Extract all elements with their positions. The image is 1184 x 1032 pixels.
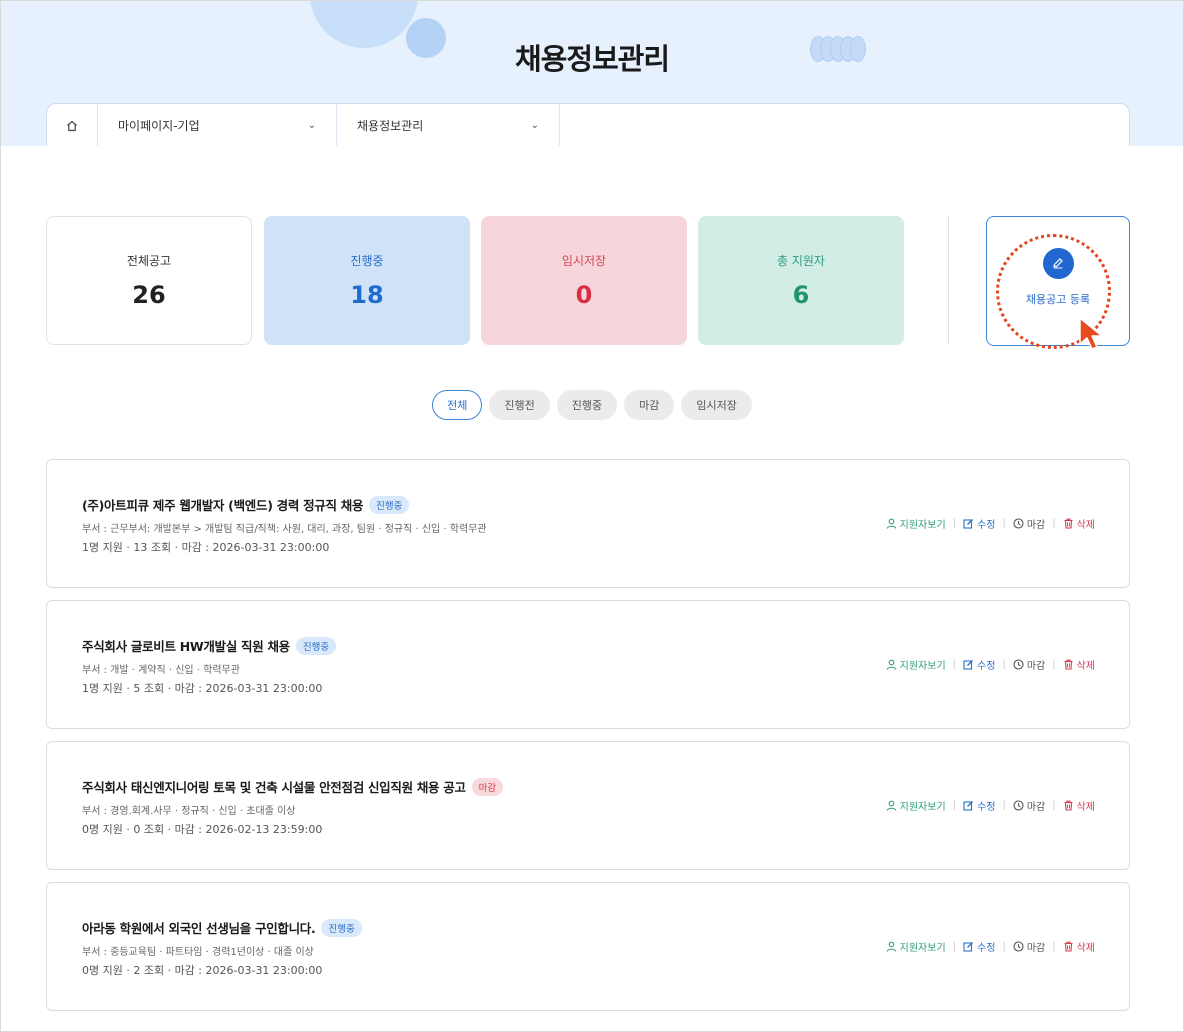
stat-label: 총 지원자 (777, 254, 825, 268)
view-applicants-button[interactable]: 지원자보기 (886, 657, 946, 672)
stat-label: 전체공고 (126, 254, 172, 268)
tab-before[interactable]: 진행전 (489, 390, 550, 420)
job-actions: 지원자보기 | 수정 | 마감 | 삭제 (886, 516, 1095, 531)
job-card[interactable]: 아라동 학원에서 외국인 선생님을 구인합니다. 진행중 부서 : 중등교육팀 … (46, 882, 1130, 1011)
clock-icon (1013, 800, 1024, 811)
edit-button[interactable]: 수정 (963, 657, 995, 672)
view-applicants-button[interactable]: 지원자보기 (886, 939, 946, 954)
stat-card-active[interactable]: 진행중 18 (264, 216, 470, 345)
job-title[interactable]: 아라동 학원에서 외국인 선생님을 구인합니다. (82, 918, 316, 937)
tab-ongoing[interactable]: 진행중 (556, 390, 618, 420)
tab-all[interactable]: 전체 (432, 390, 483, 420)
trash-icon (1064, 941, 1073, 952)
job-title[interactable]: (주)아트피큐 제주 웹개발자 (백엔드) 경력 정규직 채용 (82, 495, 363, 514)
close-posting-button[interactable]: 마감 (1013, 939, 1045, 954)
job-stats: 0명 지원 · 2 조회 · 마감 : 2026-03-31 23:00:00 (82, 964, 323, 977)
clock-icon (1013, 518, 1024, 529)
page-title: 채용정보관리 (514, 42, 670, 76)
view-applicants-button[interactable]: 지원자보기 (886, 516, 946, 531)
status-badge: 진행중 (321, 918, 362, 937)
job-card[interactable]: (주)아트피큐 제주 웹개발자 (백엔드) 경력 정규직 채용 진행중 부서 :… (46, 459, 1130, 588)
job-actions: 지원자보기 | 수정 | 마감 | 삭제 (886, 798, 1095, 813)
breadcrumb-level1-select[interactable]: 마이페이지-기업 ⌄ (98, 104, 337, 146)
edit-icon (963, 942, 973, 952)
trash-icon (1064, 659, 1073, 670)
stat-card-draft[interactable]: 임시저장 0 (481, 216, 687, 345)
job-stats: 1명 지원 · 13 조회 · 마감 : 2026-03-31 23:00:00 (82, 541, 330, 554)
edit-button[interactable]: 수정 (963, 798, 995, 813)
delete-button[interactable]: 삭제 (1063, 798, 1095, 813)
job-actions: 지원자보기 | 수정 | 마감 | 삭제 (886, 939, 1095, 954)
delete-button[interactable]: 삭제 (1063, 939, 1095, 954)
stat-value: 0 (575, 281, 593, 309)
breadcrumb-home[interactable] (47, 104, 98, 146)
stat-card-applicants[interactable]: 총 지원자 6 (698, 216, 904, 345)
job-meta: 부서 : 경영.회계.사무 · 정규직 · 신입 · 초대졸 이상 (82, 806, 296, 817)
edit-icon (963, 660, 973, 670)
close-posting-button[interactable]: 마감 (1013, 516, 1045, 531)
stat-card-total[interactable]: 전체공고 26 (46, 216, 252, 345)
job-meta: 부서 : 개발 · 계약직 · 신입 · 학력무관 (82, 665, 240, 676)
edit-icon (963, 519, 973, 529)
job-card[interactable]: 주식회사 태신엔지니어링 토목 및 건축 시설물 안전점검 신입직원 채용 공고… (46, 741, 1130, 870)
person-icon (886, 518, 897, 529)
tab-draft[interactable]: 임시저장 (681, 390, 752, 420)
home-icon (67, 120, 77, 131)
person-icon (886, 800, 897, 811)
filter-tabs: 전체 진행전 진행중 마감 임시저장 (0, 390, 1184, 420)
stat-value: 6 (792, 281, 810, 309)
breadcrumb: 마이페이지-기업 ⌄ 채용정보관리 ⌄ (46, 103, 1130, 146)
clock-icon (1013, 941, 1024, 952)
divider (948, 216, 949, 345)
job-meta: 부서 : 중등교육팀 · 파트타임 · 경력1년이상 · 대졸 이상 (82, 947, 314, 958)
register-job-label: 채용공고 등록 (1025, 292, 1091, 306)
stat-label: 임시저장 (561, 254, 607, 268)
job-title[interactable]: 주식회사 태신엔지니어링 토목 및 건축 시설물 안전점검 신입직원 채용 공고 (82, 777, 466, 796)
clock-icon (1013, 659, 1024, 670)
trash-icon (1064, 800, 1073, 811)
stat-value: 26 (132, 281, 166, 309)
job-stats: 1명 지원 · 5 조회 · 마감 : 2026-03-31 23:00:00 (82, 682, 323, 695)
pen-icon (1042, 247, 1074, 279)
trash-icon (1064, 518, 1073, 529)
tab-closed[interactable]: 마감 (624, 390, 675, 420)
job-stats: 0명 지원 · 0 조회 · 마감 : 2026-02-13 23:59:00 (82, 823, 323, 836)
view-applicants-button[interactable]: 지원자보기 (886, 798, 946, 813)
breadcrumb-level2-select[interactable]: 채용정보관리 ⌄ (337, 104, 560, 146)
job-meta: 부서 : 근무부서: 개발본부 > 개발팀 직급/직책: 사원, 대리, 과장,… (82, 524, 487, 535)
edit-icon (963, 801, 973, 811)
breadcrumb-level1-label: 마이페이지-기업 (118, 119, 200, 133)
register-job-button[interactable]: 채용공고 등록 (986, 216, 1130, 346)
close-posting-button[interactable]: 마감 (1013, 798, 1045, 813)
status-badge: 마감 (471, 777, 504, 796)
status-badge: 진행중 (369, 495, 410, 514)
job-card[interactable]: 주식회사 글로비트 HW개발실 직원 채용 진행중 부서 : 개발 · 계약직 … (46, 600, 1130, 729)
edit-button[interactable]: 수정 (963, 516, 995, 531)
job-title[interactable]: 주식회사 글로비트 HW개발실 직원 채용 (82, 636, 290, 655)
chevron-down-icon: ⌄ (307, 120, 316, 131)
delete-button[interactable]: 삭제 (1063, 516, 1095, 531)
status-badge: 진행중 (295, 636, 337, 655)
page-header: 채용정보관리 마이페이지-기업 ⌄ 채용정보관리 ⌄ (0, 0, 1184, 146)
person-icon (886, 941, 897, 952)
person-icon (886, 659, 897, 670)
delete-button[interactable]: 삭제 (1063, 657, 1095, 672)
close-posting-button[interactable]: 마감 (1013, 657, 1045, 672)
chevron-down-icon: ⌄ (530, 120, 539, 131)
stat-value: 18 (350, 281, 384, 309)
breadcrumb-level2-label: 채용정보관리 (357, 119, 424, 133)
edit-button[interactable]: 수정 (963, 939, 995, 954)
stat-label: 진행중 (350, 254, 384, 268)
job-actions: 지원자보기 | 수정 | 마감 | 삭제 (886, 657, 1095, 672)
